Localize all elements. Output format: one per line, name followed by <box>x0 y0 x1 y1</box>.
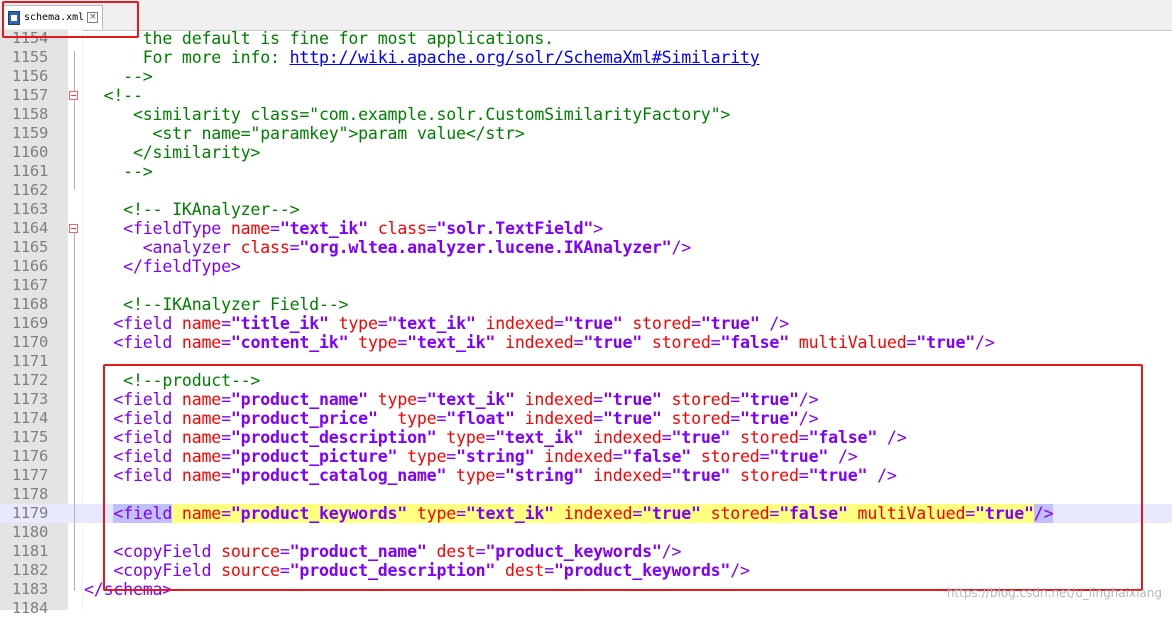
line-number: 1175 <box>11 428 48 446</box>
code-line[interactable]: 1170 <field name="content_ik" type="text… <box>0 333 1172 352</box>
line-number: 1156 <box>11 67 48 85</box>
code-line[interactable]: 1159 <str name="paramkey">param value</s… <box>0 124 1172 143</box>
line-number: 1161 <box>11 162 48 180</box>
line-number: 1178 <box>11 485 48 503</box>
fold-toggle-icon[interactable] <box>69 224 78 233</box>
code-line[interactable]: 1157 <!-- <box>0 86 1172 105</box>
line-number: 1174 <box>11 409 48 427</box>
line-text[interactable]: <!--IKAnalyzer Field--> <box>84 295 348 314</box>
line-number: 1165 <box>11 238 48 256</box>
code-line[interactable]: 1161 --> <box>0 162 1172 181</box>
line-number: 1170 <box>11 333 48 351</box>
line-number: 1179 <box>11 504 48 522</box>
line-number: 1167 <box>11 276 48 294</box>
fold-guide <box>74 100 75 190</box>
code-line[interactable]: 1162 <box>0 181 1172 200</box>
code-line[interactable]: 1160 </similarity> <box>0 143 1172 162</box>
line-text[interactable]: <similarity class="com.example.solr.Cust… <box>84 105 730 124</box>
line-number: 1180 <box>11 523 48 541</box>
line-text[interactable]: <field name="content_ik" type="text_ik" … <box>84 333 994 352</box>
fold-guide <box>74 233 75 591</box>
code-line[interactable]: 1158 <similarity class="com.example.solr… <box>0 105 1172 124</box>
line-number: 1162 <box>11 181 48 199</box>
code-line[interactable]: 1169 <field name="title_ik" type="text_i… <box>0 314 1172 333</box>
line-number: 1169 <box>11 314 48 332</box>
line-number: 1172 <box>11 371 48 389</box>
line-number: 1182 <box>11 561 48 579</box>
code-line[interactable]: 1167 <box>0 276 1172 295</box>
line-text[interactable]: --> <box>84 162 153 181</box>
line-number: 1163 <box>11 200 48 218</box>
line-number: 1177 <box>11 466 48 484</box>
line-text[interactable]: <!-- <box>84 86 143 105</box>
line-text[interactable]: <fieldType name="text_ik" class="solr.Te… <box>84 219 603 238</box>
tab-bar: schema.xml × <box>0 0 1172 31</box>
code-line[interactable]: 1155 For more info: http://wiki.apache.o… <box>0 48 1172 67</box>
code-line[interactable]: 1154 the default is fine for most applic… <box>0 29 1172 48</box>
line-text[interactable]: </fieldType> <box>84 257 241 276</box>
fold-toggle-icon[interactable] <box>69 91 78 100</box>
line-number: 1155 <box>11 48 48 66</box>
line-number: 1166 <box>11 257 48 275</box>
line-number: 1183 <box>11 580 48 598</box>
code-line[interactable]: 1165 <analyzer class="org.wltea.analyzer… <box>0 238 1172 257</box>
code-line[interactable]: 1184 <box>0 599 1172 618</box>
annotation-box-tab <box>2 1 139 38</box>
line-text[interactable]: <analyzer class="org.wltea.analyzer.luce… <box>84 238 691 257</box>
line-text[interactable]: <str name="paramkey">param value</str> <box>84 124 525 143</box>
line-text[interactable]: --> <box>84 67 153 86</box>
line-number: 1173 <box>11 390 48 408</box>
line-number: 1164 <box>11 219 48 237</box>
line-number: 1184 <box>11 599 48 617</box>
line-text[interactable]: the default is fine for most application… <box>84 29 554 48</box>
code-line[interactable]: 1156 --> <box>0 67 1172 86</box>
line-number: 1160 <box>11 143 48 161</box>
line-text[interactable]: <!-- IKAnalyzer--> <box>84 200 299 219</box>
line-number: 1158 <box>11 105 48 123</box>
code-line[interactable]: 1168 <!--IKAnalyzer Field--> <box>0 295 1172 314</box>
code-line[interactable]: 1166 </fieldType> <box>0 257 1172 276</box>
watermark: https://blog.csdn.net/u_linghaixiang <box>946 586 1162 600</box>
line-text[interactable]: For more info: http://wiki.apache.org/so… <box>84 48 760 67</box>
line-number: 1171 <box>11 352 48 370</box>
annotation-box-product-fields <box>103 364 1143 591</box>
line-number: 1159 <box>11 124 48 142</box>
code-line[interactable]: 1164 <fieldType name="text_ik" class="so… <box>0 219 1172 238</box>
line-text[interactable]: </similarity> <box>84 143 260 162</box>
line-text[interactable]: <field name="title_ik" type="text_ik" in… <box>84 314 789 333</box>
code-line[interactable]: 1163 <!-- IKAnalyzer--> <box>0 200 1172 219</box>
line-number: 1181 <box>11 542 48 560</box>
line-number: 1168 <box>11 295 48 313</box>
line-number: 1157 <box>11 86 48 104</box>
line-number: 1176 <box>11 447 48 465</box>
